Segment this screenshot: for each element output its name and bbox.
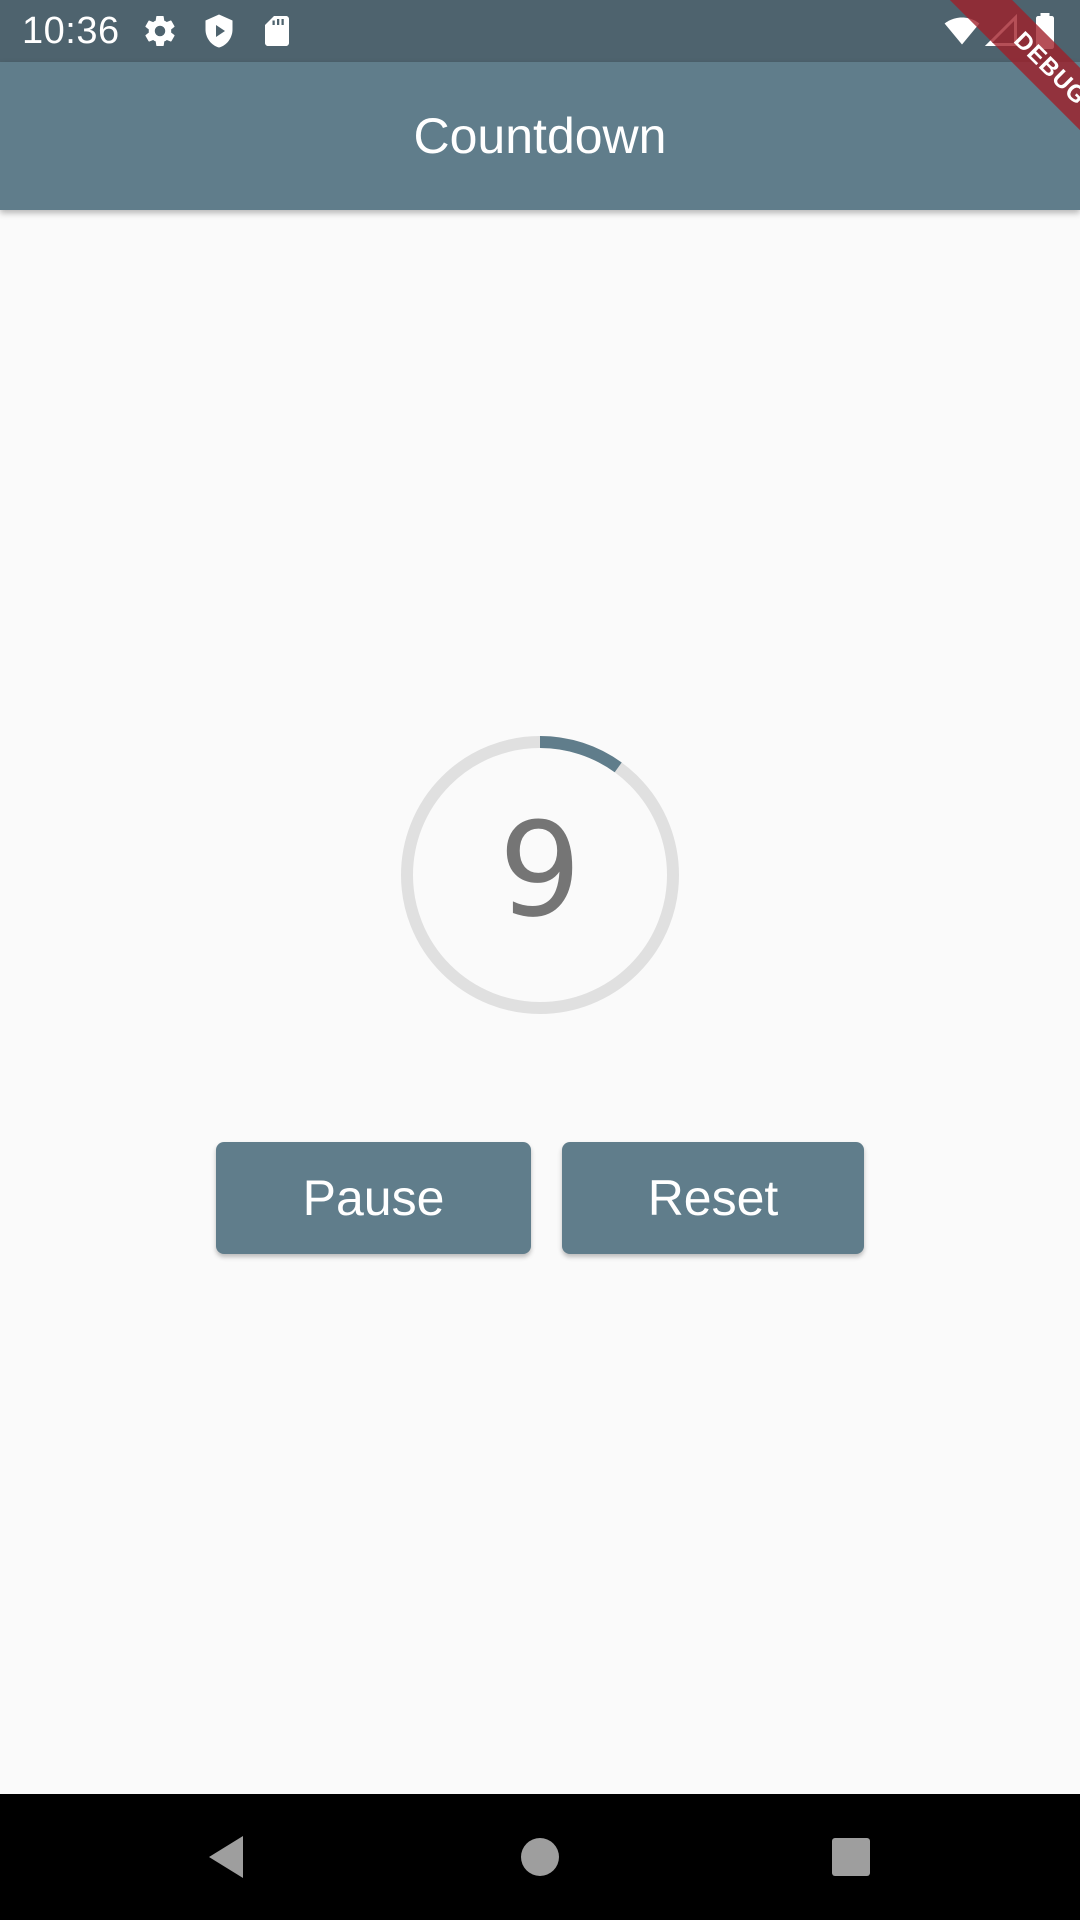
back-icon[interactable] [203, 1832, 253, 1882]
countdown-value: 9 [498, 794, 582, 946]
screen: 10:36 DEBUG Countdown 9 Pause Reset [0, 0, 1080, 1920]
gear-icon [142, 13, 178, 49]
home-icon[interactable] [515, 1832, 565, 1882]
wifi-icon [944, 13, 980, 49]
countdown-indicator: 9 [400, 735, 680, 1015]
pause-button[interactable]: Pause [216, 1142, 531, 1254]
reset-button[interactable]: Reset [562, 1142, 864, 1254]
app-bar: Countdown [0, 62, 1080, 210]
cell-signal-icon [984, 13, 1020, 49]
shield-play-icon [201, 13, 237, 49]
page-title: Countdown [413, 108, 667, 164]
status-time: 10:36 [22, 10, 120, 52]
sd-card-icon [259, 13, 295, 49]
status-bar: 10:36 [0, 0, 1080, 62]
battery-icon [1030, 13, 1060, 49]
recents-icon[interactable] [826, 1832, 876, 1882]
navigation-bar [0, 1794, 1080, 1920]
